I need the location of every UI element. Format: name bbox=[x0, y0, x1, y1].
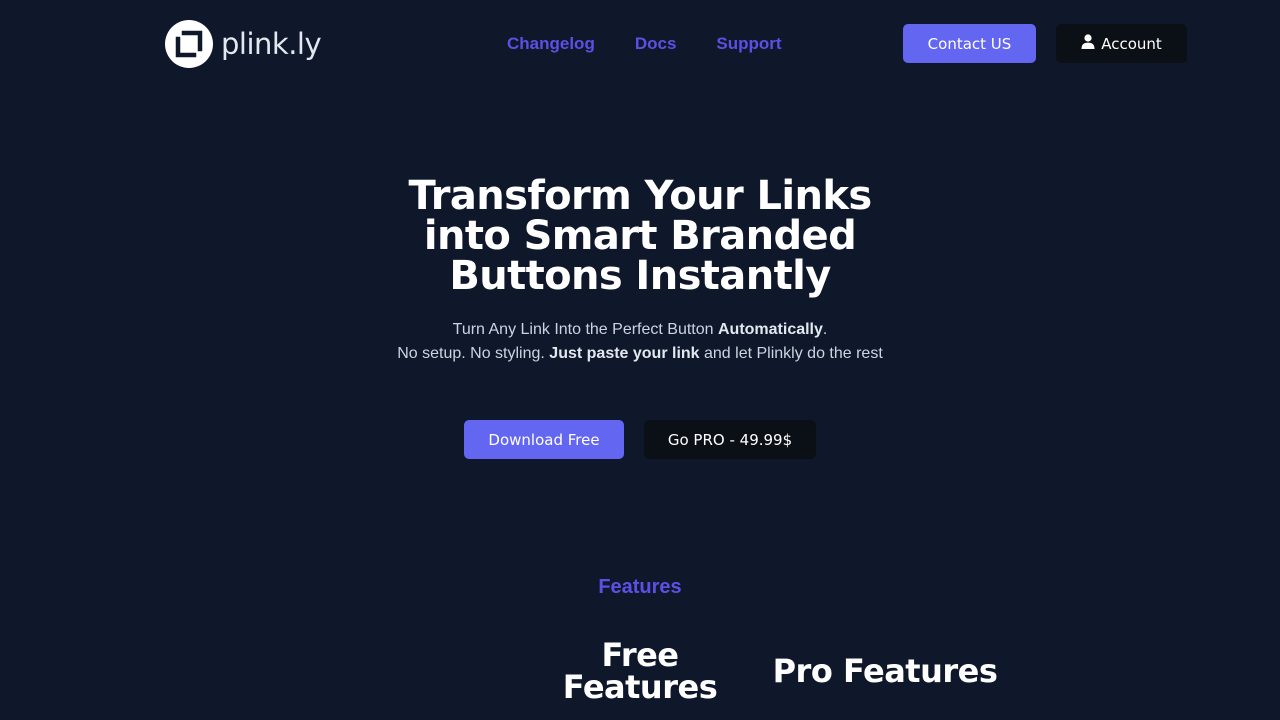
hero-subtitle: Turn Any Link Into the Perfect Button Au… bbox=[390, 318, 890, 366]
account-button[interactable]: Account bbox=[1056, 24, 1187, 63]
nav-support[interactable]: Support bbox=[716, 33, 781, 55]
free-features-heading: Free Features bbox=[562, 636, 718, 706]
hero-sub-line1-text: Turn Any Link Into the Perfect Button bbox=[452, 321, 718, 338]
hero-sub-line1-bold: Automatically bbox=[717, 321, 823, 338]
features-eyebrow: Features bbox=[598, 576, 682, 598]
user-icon bbox=[1081, 34, 1095, 53]
hero-sub-line1-end: . bbox=[822, 321, 828, 338]
hero-sub-line2-text: No setup. No styling. bbox=[397, 345, 550, 362]
go-pro-label: Go PRO - 49.99$ bbox=[667, 430, 793, 449]
pro-features-heading: Pro Features bbox=[772, 652, 998, 690]
hero-sub-line2-end: and let Plinkly do the rest bbox=[699, 345, 883, 362]
download-free-button[interactable]: Download Free bbox=[464, 420, 624, 459]
site-header: plink.ly Changelog Docs Support Contact … bbox=[0, 0, 1280, 88]
nav-docs[interactable]: Docs bbox=[635, 33, 677, 55]
go-pro-button[interactable]: Go PRO - 49.99$ bbox=[644, 420, 816, 459]
main-nav: Changelog Docs Support bbox=[507, 33, 782, 55]
download-free-label: Download Free bbox=[488, 430, 600, 449]
logo-icon bbox=[165, 20, 213, 68]
account-label: Account bbox=[1101, 34, 1162, 53]
contact-us-label: Contact US bbox=[927, 34, 1012, 53]
nav-changelog[interactable]: Changelog bbox=[507, 33, 595, 55]
hero-sub-line2-bold: Just paste your link bbox=[549, 345, 700, 362]
logo-text: plink.ly bbox=[221, 27, 322, 61]
logo-link[interactable]: plink.ly bbox=[165, 20, 322, 68]
contact-us-button[interactable]: Contact US bbox=[903, 24, 1036, 63]
hero-title: Transform Your Links into Smart Branded … bbox=[408, 173, 872, 299]
